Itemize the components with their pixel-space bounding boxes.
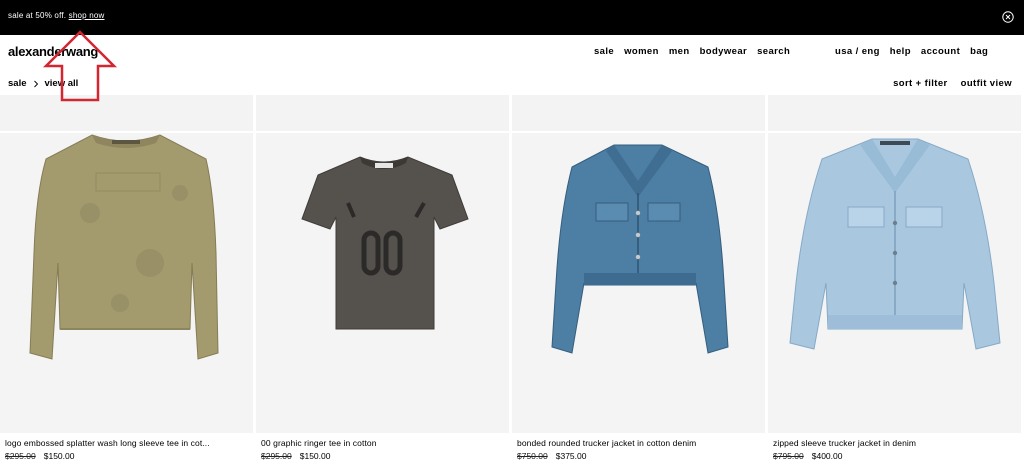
locale-selector[interactable]: usa / eng: [835, 46, 880, 57]
graphic-tee-image: [301, 156, 469, 330]
product-tile-partial[interactable]: [256, 95, 509, 131]
original-price: $795.00: [773, 451, 804, 461]
up-arrow-annotation-icon: [42, 30, 118, 102]
account-link[interactable]: account: [921, 46, 960, 57]
view-tools: sort + filter outfit view: [893, 78, 1012, 89]
product-grid: [0, 133, 1024, 433]
sale-price: $150.00: [299, 451, 331, 461]
original-price: $295.00: [5, 451, 36, 461]
breadcrumb: sale view all: [8, 78, 78, 89]
product-caption: zipped sleeve trucker jacket in denim $7…: [768, 438, 1021, 461]
denim-jacket-image: [551, 144, 729, 354]
long-sleeve-tee-image: [29, 134, 219, 360]
promo-text: sale at 50% off. shop now: [8, 11, 105, 20]
nav-search[interactable]: search: [757, 46, 790, 57]
product-tile[interactable]: [0, 133, 253, 433]
product-tile[interactable]: [768, 133, 1021, 433]
help-link[interactable]: help: [890, 46, 911, 57]
bag-link[interactable]: bag: [970, 46, 988, 57]
original-price: $750.00: [517, 451, 548, 461]
product-caption: logo embossed splatter wash long sleeve …: [0, 438, 253, 461]
original-price: $295.00: [261, 451, 292, 461]
nav-bodywear[interactable]: bodywear: [700, 46, 748, 57]
product-caption: bonded rounded trucker jacket in cotton …: [512, 438, 765, 461]
nav-men[interactable]: men: [669, 46, 690, 57]
sort-filter-button[interactable]: sort + filter: [893, 78, 948, 89]
product-prices: $295.00 $150.00: [5, 451, 253, 461]
product-prices: $795.00 $400.00: [773, 451, 1021, 461]
product-name[interactable]: zipped sleeve trucker jacket in denim: [773, 438, 1021, 448]
sale-price: $400.00: [811, 451, 843, 461]
product-prices: $295.00 $150.00: [261, 451, 509, 461]
chevron-right-icon: [33, 80, 38, 87]
product-name[interactable]: 00 graphic ringer tee in cotton: [261, 438, 509, 448]
product-prices: $750.00 $375.00: [517, 451, 765, 461]
product-captions: logo embossed splatter wash long sleeve …: [0, 438, 1024, 461]
product-tile-partial[interactable]: [512, 95, 765, 131]
light-denim-jacket-image: [789, 138, 1001, 350]
breadcrumb-sale[interactable]: sale: [8, 78, 27, 89]
close-icon[interactable]: [1002, 11, 1014, 23]
product-tile[interactable]: [512, 133, 765, 433]
outfit-view-button[interactable]: outfit view: [961, 78, 1012, 89]
product-name[interactable]: bonded rounded trucker jacket in cotton …: [517, 438, 765, 448]
product-tile[interactable]: [256, 133, 509, 433]
previous-row-tiles: [0, 95, 1024, 131]
brand-logo[interactable]: alexanderwang: [8, 44, 98, 59]
product-tile-partial[interactable]: [768, 95, 1021, 131]
sale-price: $150.00: [43, 451, 75, 461]
utility-nav: usa / eng help account bag: [835, 46, 988, 57]
nav-women[interactable]: women: [624, 46, 659, 57]
product-tile-partial[interactable]: [0, 95, 253, 131]
product-caption: 00 graphic ringer tee in cotton $295.00 …: [256, 438, 509, 461]
shop-now-link[interactable]: shop now: [69, 11, 105, 20]
main-nav: sale women men bodywear search: [594, 46, 790, 57]
breadcrumb-view-all[interactable]: view all: [45, 78, 79, 89]
sale-price: $375.00: [555, 451, 587, 461]
promo-bar: sale at 50% off. shop now: [0, 0, 1024, 35]
product-name[interactable]: logo embossed splatter wash long sleeve …: [5, 438, 253, 448]
promo-message: sale at 50% off.: [8, 11, 67, 20]
nav-sale[interactable]: sale: [594, 46, 614, 57]
